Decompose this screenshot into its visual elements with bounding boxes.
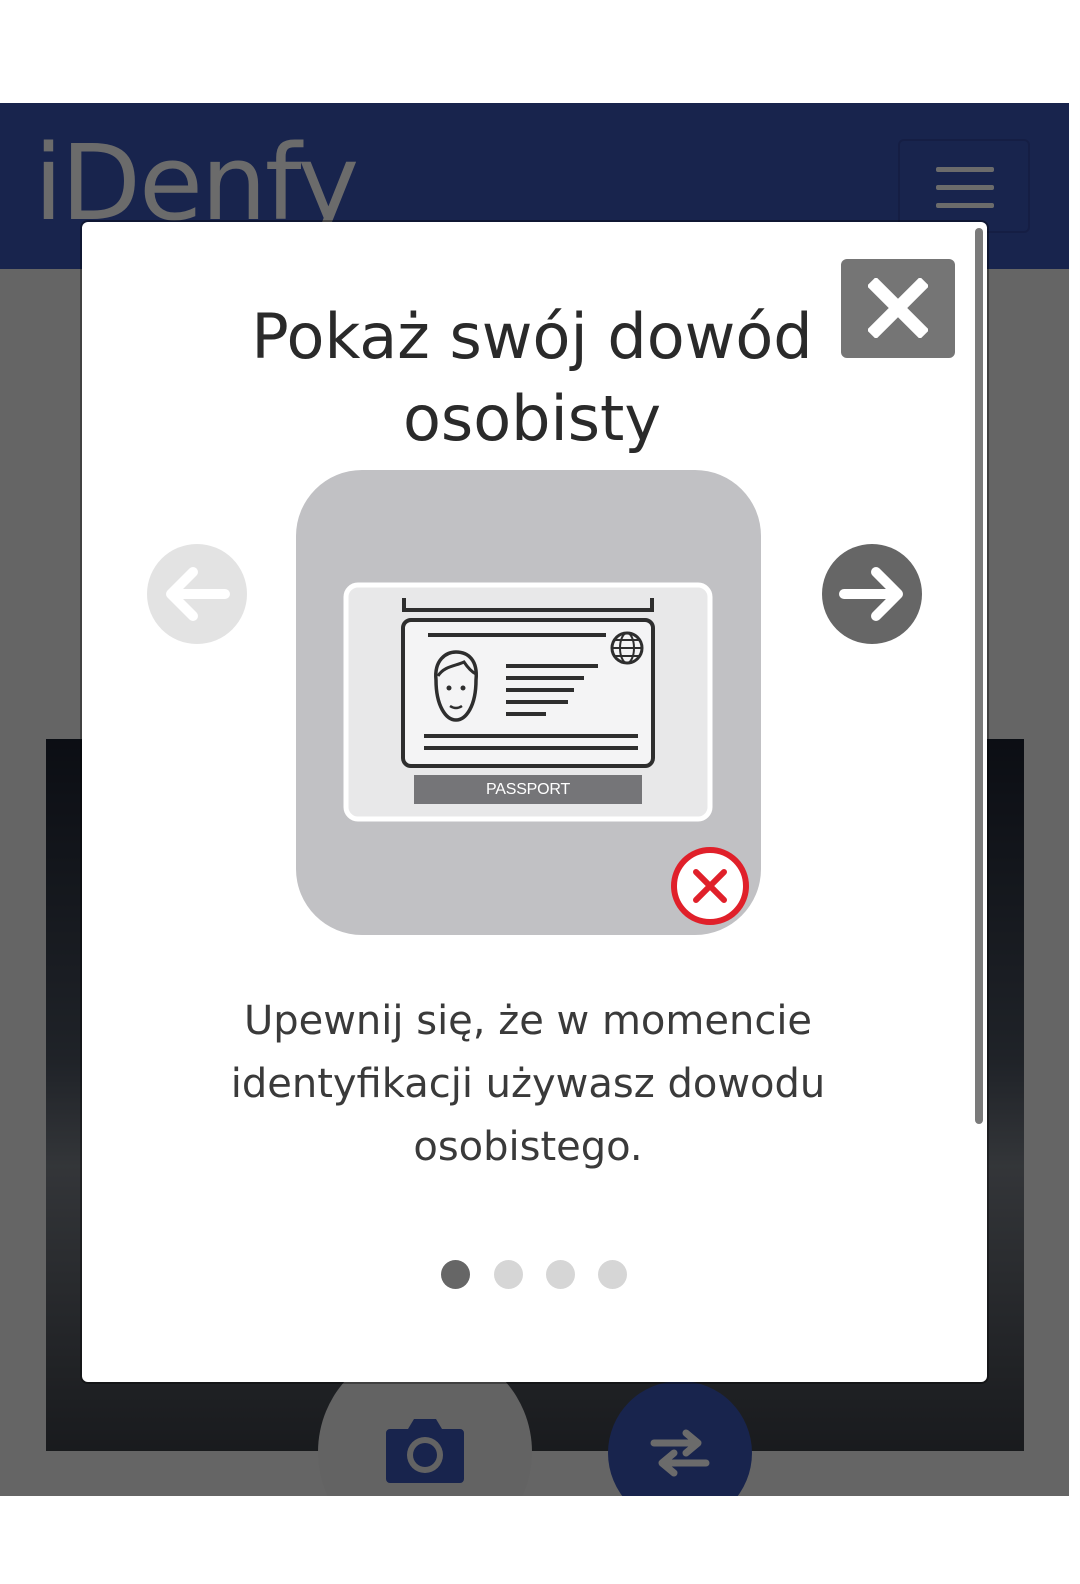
passport-card-icon	[343, 582, 749, 925]
document-illustration: PASSPORT	[296, 470, 761, 935]
card-label: PASSPORT	[485, 781, 571, 798]
next-slide-button[interactable]	[822, 544, 922, 644]
arrow-left-icon	[166, 567, 230, 621]
arrow-right-icon	[839, 567, 903, 621]
pagination-dot[interactable]	[441, 1260, 470, 1289]
modal-scrollbar[interactable]	[975, 228, 983, 1124]
modal-description: Upewnij się, że w momencie identyfikacji…	[230, 998, 826, 1170]
prev-slide-button[interactable]	[147, 544, 247, 644]
modal-title: Pokaż swój dowód osobisty	[251, 300, 813, 455]
pagination-dot[interactable]	[598, 1260, 627, 1289]
pagination-dot[interactable]	[546, 1260, 575, 1289]
pagination-dot[interactable]	[494, 1260, 523, 1289]
